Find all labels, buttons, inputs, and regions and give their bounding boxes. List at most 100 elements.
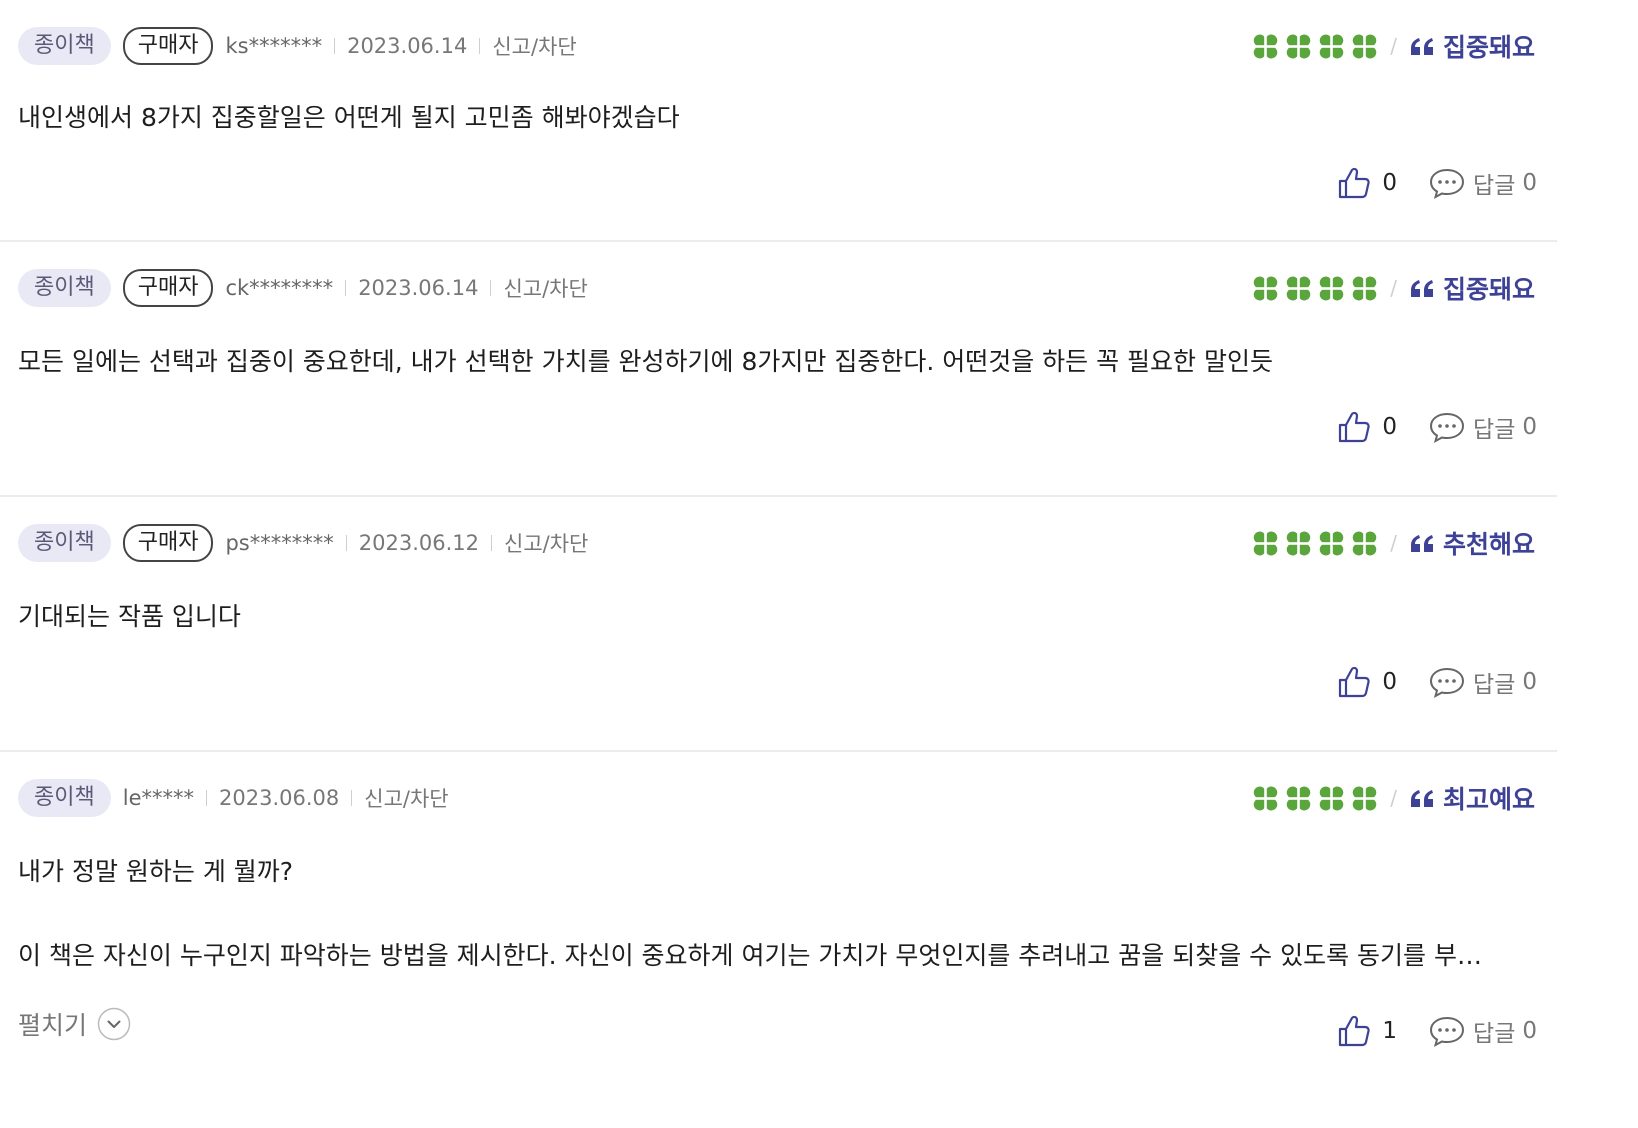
- reply-count: 0: [1522, 414, 1537, 440]
- rating-slash: /: [1390, 276, 1397, 300]
- review-item: 종이책 구매자 ck******** 2023.06.14 신고/차단 / 집중…: [0, 242, 1557, 497]
- chevron-down-icon: [97, 1007, 131, 1041]
- reply-count: 0: [1522, 1018, 1537, 1044]
- buyer-badge: 구매자: [122, 27, 214, 65]
- clover-icon: [1319, 33, 1345, 59]
- reply-label: 답글: [1473, 173, 1516, 199]
- reply-label: 답글: [1473, 417, 1516, 443]
- review-rating: / 추천해요: [1246, 525, 1535, 561]
- review-text: 모든 일에는 선택과 집중이 중요한데, 내가 선택한 가치를 완성하기에 8가…: [18, 347, 1274, 376]
- clover-icon: [1352, 530, 1378, 556]
- like-count: 0: [1382, 414, 1398, 440]
- rating-slash: /: [1390, 531, 1397, 555]
- like-count: 0: [1382, 170, 1398, 196]
- clover-rating: [1246, 530, 1378, 557]
- clover-icon: [1319, 275, 1345, 301]
- reviewer-name: ck********: [225, 276, 334, 300]
- expand-label: 펼치기: [18, 1011, 88, 1040]
- thumbs-up-icon: [1339, 411, 1371, 443]
- clover-icon: [1319, 785, 1345, 811]
- comment-bubble-icon: [1430, 412, 1465, 443]
- review-text: 기대되는 작품 입니다: [18, 602, 241, 631]
- clover-rating: [1246, 275, 1378, 302]
- like-count: 0: [1382, 669, 1398, 695]
- review-date: 2023.06.08: [219, 786, 340, 810]
- reply-button[interactable]: 답글 0: [1429, 1014, 1537, 1048]
- quote-icon: [1410, 280, 1433, 297]
- buyer-badge: 구매자: [122, 269, 214, 307]
- clover-icon: [1286, 530, 1312, 556]
- report-block-link[interactable]: 신고/차단: [364, 783, 448, 813]
- review-actions: 0 답글 0: [1338, 407, 1537, 447]
- format-badge: 종이책: [18, 269, 111, 307]
- clover-icon: [1352, 275, 1378, 301]
- reviewer-name: ps********: [225, 531, 334, 555]
- review-meta: 종이책 구매자 ck******** 2023.06.14 신고/차단: [18, 268, 588, 308]
- quote-icon: [1410, 535, 1433, 552]
- review-keyword-tag: 집중돼요: [1442, 33, 1535, 62]
- rating-slash: /: [1390, 786, 1397, 810]
- format-badge: 종이책: [18, 524, 111, 562]
- reply-label: 답글: [1473, 672, 1516, 698]
- review-list: 종이책 구매자 ks******* 2023.06.14 신고/차단 / 집중돼…: [0, 0, 1557, 1112]
- comment-bubble-icon: [1430, 168, 1465, 199]
- reply-button[interactable]: 답글 0: [1429, 166, 1537, 200]
- thumbs-up-icon: [1339, 1015, 1371, 1047]
- report-block-link[interactable]: 신고/차단: [492, 31, 576, 61]
- reply-button[interactable]: 답글 0: [1429, 410, 1537, 444]
- reply-count: 0: [1522, 669, 1537, 695]
- review-rating: / 최고예요: [1246, 780, 1535, 816]
- quote-icon: [1410, 790, 1433, 807]
- review-meta: 종이책 구매자 ps******** 2023.06.12 신고/차단: [18, 523, 588, 563]
- quote-icon: [1410, 38, 1433, 55]
- review-actions: 0 답글 0: [1338, 662, 1537, 702]
- review-meta: 종이책 구매자 ks******* 2023.06.14 신고/차단: [18, 26, 577, 66]
- divider: [345, 280, 347, 296]
- review-rating: / 집중돼요: [1246, 270, 1535, 306]
- reply-button[interactable]: 답글 0: [1429, 665, 1537, 699]
- clover-icon: [1352, 33, 1378, 59]
- reviewer-name: ks*******: [225, 34, 323, 58]
- comment-bubble-icon: [1430, 667, 1465, 698]
- divider: [479, 38, 481, 54]
- expand-review-button[interactable]: 펼치기: [18, 1006, 131, 1042]
- clover-icon: [1352, 785, 1378, 811]
- clover-icon: [1253, 785, 1279, 811]
- reviewer-name: le*****: [122, 786, 194, 810]
- like-button[interactable]: 1: [1338, 1014, 1397, 1048]
- report-block-link[interactable]: 신고/차단: [503, 273, 587, 303]
- reply-label: 답글: [1473, 1021, 1516, 1047]
- like-button[interactable]: 0: [1338, 166, 1397, 200]
- clover-icon: [1253, 275, 1279, 301]
- review-date: 2023.06.14: [358, 276, 479, 300]
- clover-icon: [1253, 33, 1279, 59]
- review-text: 내인생에서 8가지 집중할일은 어떤게 될지 고민좀 해봐야겠습다: [18, 103, 680, 132]
- divider: [334, 38, 336, 54]
- review-item: 종이책 구매자 ps******** 2023.06.12 신고/차단 / 추천…: [0, 497, 1557, 752]
- clover-icon: [1253, 530, 1279, 556]
- divider: [351, 790, 353, 806]
- clover-icon: [1286, 785, 1312, 811]
- clover-rating: [1246, 33, 1378, 60]
- report-block-link[interactable]: 신고/차단: [504, 528, 588, 558]
- divider: [345, 535, 347, 551]
- clover-rating: [1246, 785, 1378, 812]
- like-count: 1: [1382, 1018, 1398, 1044]
- review-actions: 1 답글 0: [1338, 1011, 1537, 1051]
- review-keyword-tag: 최고예요: [1442, 785, 1535, 814]
- review-keyword-tag: 추천해요: [1442, 530, 1535, 559]
- clover-icon: [1319, 530, 1345, 556]
- format-badge: 종이책: [18, 779, 111, 817]
- review-item: 종이책 구매자 ks******* 2023.06.14 신고/차단 / 집중돼…: [0, 0, 1557, 242]
- clover-icon: [1286, 275, 1312, 301]
- review-text: 내가 정말 원하는 게 뭘까?: [18, 857, 294, 886]
- like-button[interactable]: 0: [1338, 410, 1397, 444]
- review-meta: 종이책 le***** 2023.06.08 신고/차단: [18, 778, 449, 818]
- buyer-badge: 구매자: [122, 524, 214, 562]
- like-button[interactable]: 0: [1338, 665, 1397, 699]
- review-date: 2023.06.12: [358, 531, 479, 555]
- review-actions: 0 답글 0: [1338, 163, 1537, 203]
- rating-slash: /: [1390, 34, 1397, 58]
- thumbs-up-icon: [1339, 167, 1371, 199]
- format-badge: 종이책: [18, 27, 111, 65]
